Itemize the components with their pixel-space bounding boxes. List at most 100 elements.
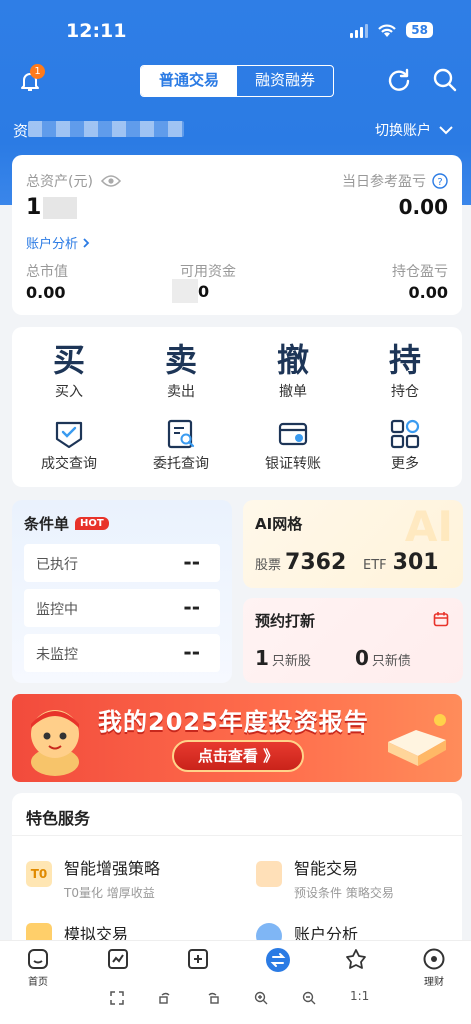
cond-executed-value: -- <box>183 550 200 574</box>
daily-pnl-value: 0.00 <box>398 195 448 219</box>
cond-row-executed[interactable]: 已执行 -- <box>24 544 220 582</box>
ai-grid-title: AI网格 <box>255 515 303 533</box>
bank-transfer-button[interactable]: 银证转账 <box>248 417 338 473</box>
account-analysis-link[interactable]: 账户分析 <box>26 233 90 252</box>
holdings-button[interactable]: 持 持仓 <box>360 341 450 401</box>
compass-icon <box>423 948 445 970</box>
sell-button[interactable]: 卖 卖出 <box>136 341 226 401</box>
banner-title: 我的2025年度投资报告 <box>98 708 369 736</box>
rotate-right-icon[interactable] <box>206 991 220 1005</box>
special-services-card: 特色服务 T0 智能增强策略 T0量化 增厚收益 智能交易 预设条件 策略交易 … <box>12 793 462 953</box>
refresh-icon[interactable] <box>386 67 412 93</box>
bank-transfer-icon <box>278 422 308 446</box>
total-assets-value: 1 <box>26 195 42 220</box>
zoom-out-icon[interactable] <box>302 991 316 1005</box>
ipo-new-stock-label: 只新股 <box>271 654 311 669</box>
chart-icon <box>108 949 128 969</box>
cancel-order-button[interactable]: 撤 撤单 <box>248 341 338 401</box>
add-watchlist-icon <box>188 949 208 969</box>
signal-icon <box>350 23 369 38</box>
tab-normal-trade[interactable]: 普通交易 <box>141 66 237 96</box>
ai-grid-card[interactable]: AI AI网格 股票 7362 ETF 301 <box>243 500 463 588</box>
deal-query-button[interactable]: 成交查询 <box>24 417 114 473</box>
account-row: 资 切换账户 <box>0 117 471 143</box>
conditional-orders-card[interactable]: 条件单 HOT 已执行 -- 监控中 -- 未监控 -- <box>12 500 232 683</box>
bottom-tab-bar: 首页 理财 1:1 <box>0 940 471 1024</box>
account-number-masked <box>28 121 184 137</box>
more-button[interactable]: 更多 <box>360 417 450 473</box>
tab-trade[interactable] <box>248 947 308 973</box>
cond-monitoring-label: 监控中 <box>36 602 78 618</box>
status-bar: 12:11 58 <box>0 0 471 58</box>
wifi-icon <box>378 24 397 37</box>
viewer-toolbar: 1:1 <box>0 989 471 1009</box>
deal-query-icon <box>55 421 83 449</box>
cancel-label: 撤单 <box>279 384 307 400</box>
mascot-icon <box>31 710 79 776</box>
chevron-down-icon <box>439 126 453 135</box>
eye-icon[interactable] <box>100 174 121 188</box>
zoom-in-icon[interactable] <box>254 991 268 1005</box>
service-smart-trading[interactable]: 智能交易 预设条件 策略交易 <box>254 855 454 900</box>
status-time: 12:11 <box>66 20 127 42</box>
quick-actions-card: 买 买入 卖 卖出 撤 撤单 持 持仓 成交查询 委托查询 银证转账 更多 <box>12 327 462 487</box>
service-smart-strategy[interactable]: T0 智能增强策略 T0量化 增厚收益 <box>24 855 234 900</box>
service-smart-strategy-subtitle: T0量化 增厚收益 <box>64 886 155 900</box>
sell-label: 卖出 <box>167 384 195 400</box>
buy-button[interactable]: 买 买入 <box>24 341 114 401</box>
cond-monitoring-value: -- <box>183 595 200 619</box>
cond-row-unmonitored[interactable]: 未监控 -- <box>24 634 220 672</box>
service-smart-trading-title: 智能交易 <box>294 859 359 878</box>
actual-size-button[interactable]: 1:1 <box>350 989 369 1003</box>
buy-glyph: 买 <box>52 341 85 379</box>
available-funds-label: 可用资金 <box>180 264 236 280</box>
banner-view-button[interactable]: 点击查看 》 <box>172 740 304 772</box>
svg-text:?: ? <box>437 177 442 188</box>
t0-icon: T0 <box>26 861 52 887</box>
notification-badge: 1 <box>30 64 45 79</box>
chevron-right-icon <box>83 237 90 248</box>
hold-label: 持仓 <box>391 384 419 400</box>
buy-label: 买入 <box>55 384 83 400</box>
position-pnl-label: 持仓盈亏 <box>392 264 448 280</box>
fullscreen-icon[interactable] <box>110 991 124 1005</box>
service-smart-strategy-title: 智能增强策略 <box>64 859 161 878</box>
account-analysis-label: 账户分析 <box>26 237 79 252</box>
cond-unmonitored-label: 未监控 <box>36 647 78 663</box>
tab-wealth[interactable]: 理财 <box>404 947 464 988</box>
status-icons: 58 <box>350 22 433 38</box>
battery-icon: 58 <box>406 22 433 38</box>
total-assets-mask <box>43 196 78 219</box>
cond-unmonitored-value: -- <box>183 640 200 664</box>
tab-community[interactable] <box>326 947 386 971</box>
hold-glyph: 持 <box>388 341 421 379</box>
cond-row-monitoring[interactable]: 监控中 -- <box>24 589 220 627</box>
tab-market[interactable] <box>88 947 148 971</box>
tab-watchlist[interactable] <box>168 947 228 971</box>
help-icon[interactable]: ? <box>432 173 448 189</box>
home-icon <box>28 949 48 969</box>
calendar-icon <box>433 612 449 627</box>
total-assets-label: 总资产(元) <box>26 174 93 190</box>
smart-trading-icon <box>256 861 282 887</box>
ai-etf-label: ETF <box>363 558 387 573</box>
hot-badge: HOT <box>75 517 109 530</box>
more-label: 更多 <box>391 456 419 472</box>
service-smart-trading-subtitle: 预设条件 策略交易 <box>294 886 394 900</box>
tab-margin-trade[interactable]: 融资融券 <box>237 66 333 96</box>
ai-etf-value: 301 <box>392 550 439 575</box>
tab-home[interactable]: 首页 <box>8 947 68 988</box>
order-query-button[interactable]: 委托查询 <box>136 417 226 473</box>
search-icon[interactable] <box>432 67 458 93</box>
ai-watermark-icon: AI <box>404 502 453 551</box>
rotate-left-icon[interactable] <box>158 991 172 1005</box>
trade-type-tabs: 普通交易 融资融券 <box>140 65 334 97</box>
switch-account-button[interactable]: 切换账户 <box>375 120 453 140</box>
account-label: 资 <box>13 122 29 140</box>
trade-icon <box>266 948 290 972</box>
ipo-subscription-card[interactable]: 预约打新 1 只新股 0 只新债 <box>243 598 463 683</box>
position-pnl-value: 0.00 <box>408 283 448 302</box>
annual-report-banner[interactable]: 我的2025年度投资报告 点击查看 》 <box>12 694 462 782</box>
star-chart-icon <box>346 949 366 969</box>
market-value-label: 总市值 <box>26 264 68 280</box>
